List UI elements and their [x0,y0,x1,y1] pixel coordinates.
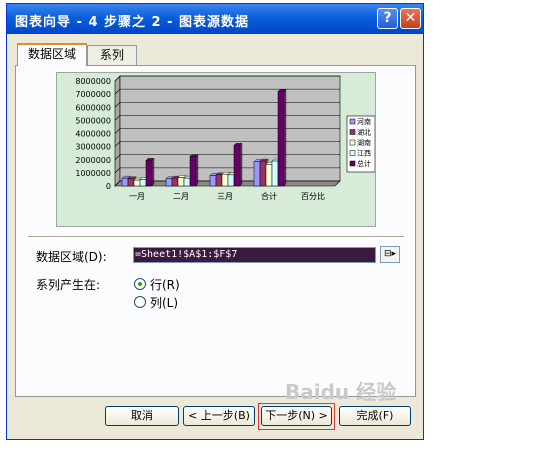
bar [233,145,241,187]
bar [133,179,141,187]
bar-side [195,153,199,187]
y-tick-label: 7000000 [75,90,111,99]
finish-button[interactable]: 完成(F) [339,406,411,426]
y-tick-label: 8000000 [75,77,111,86]
bar [259,160,267,187]
x-tick-label: 二月 [173,192,189,201]
radio-columns-label[interactable]: 列(L) [150,294,178,311]
x-tick-label: 合计 [261,191,277,201]
bar [121,177,129,187]
bar-side [239,142,243,187]
legend-swatch [349,160,356,167]
y-tick-label: 0 [106,182,111,191]
tab-data-range[interactable]: 数据区域 [17,43,87,66]
bar-side [151,157,155,187]
bar [145,160,153,187]
legend-label: 江西 [357,150,371,158]
legend-label: 湖北 [357,128,371,137]
chart-svg: 8000000 7000000 6000000 5000000 4000000 30000… [75,75,375,201]
bar [227,174,235,187]
bar [177,177,185,187]
y-tick-label: 2000000 [75,156,111,165]
y-tick-label: 3000000 [75,143,111,152]
title-bar[interactable]: 图表向导 - 4 步骤之 2 - 图表源数据 ? ✕ [7,4,423,34]
help-button[interactable]: ? [377,8,398,29]
radio-columns[interactable] [134,296,146,308]
cancel-button[interactable]: 取消 [105,406,179,426]
data-range-input[interactable]: =Sheet1!$A$1:$F$7 [133,247,376,263]
back-button[interactable]: < 上一步(B) [183,406,255,426]
bar [277,91,285,187]
highlight-box [258,403,335,430]
close-button[interactable]: ✕ [400,8,421,29]
chart-preview: 8000000 7000000 6000000 5000000 4000000 30000… [56,72,376,227]
bar [215,174,223,187]
bar [139,179,147,187]
dialog-title: 图表向导 - 4 步骤之 2 - 图表源数据 [15,15,250,30]
series-in-label: 系列产生在: [36,278,101,292]
legend-label: 河南 [357,117,371,126]
y-tick-label: 4000000 [75,130,111,139]
bar [253,161,261,187]
tab-series[interactable]: 系列 [87,45,137,66]
legend-swatch [349,150,356,156]
y-tick-label: 6000000 [75,103,111,112]
bar [171,177,179,187]
y-tick-label: 1000000 [75,169,111,178]
watermark: Baidu 经验 [285,380,397,404]
bar [183,177,191,187]
y-tick-label: 5000000 [75,116,111,125]
separator [28,236,404,238]
collapse-dialog-button[interactable]: ⊟▸ [380,246,400,263]
bar [209,175,217,187]
legend-label: 湖南 [357,138,371,147]
bar [265,164,273,187]
x-tick-label: 一月 [129,192,145,201]
x-tick-label: 百分比 [301,191,325,201]
radio-rows[interactable] [134,278,146,290]
bar [271,160,279,187]
legend-label: 总计 [357,159,371,168]
collapse-icon: ⊟▸ [383,249,397,259]
tab-panel: 8000000 7000000 6000000 5000000 4000000 30000… [15,65,416,397]
legend-swatch [349,118,356,125]
legend-swatch [349,139,356,146]
x-tick-label: 三月 [217,192,233,201]
range-label: 数据区域(D): [36,250,107,264]
bar-side [283,89,287,187]
bar [165,178,173,187]
bar [127,178,135,187]
chart-wizard-dialog: 图表向导 - 4 步骤之 2 - 图表源数据 ? ✕ 数据区域 系列 80000… [6,3,424,440]
radio-rows-label[interactable]: 行(R) [150,276,180,293]
bar [189,156,197,187]
legend-swatch [349,129,356,135]
bar [221,173,229,187]
